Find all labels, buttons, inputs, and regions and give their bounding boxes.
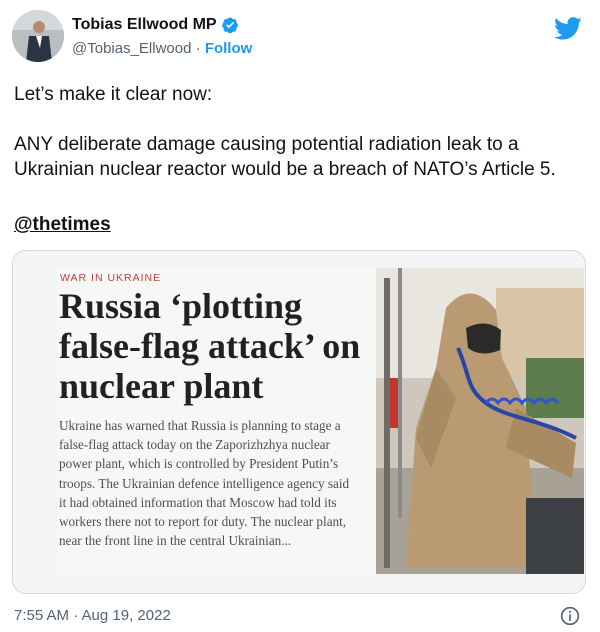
tweet-timestamp[interactable]: 7:55 AM · Aug 19, 2022: [14, 607, 171, 624]
tweet-blank-line: [14, 107, 590, 132]
info-icon[interactable]: [560, 606, 580, 626]
author-handle[interactable]: @Tobias_Ellwood: [72, 40, 191, 57]
follow-button[interactable]: Follow: [205, 40, 253, 57]
author-name-row: Tobias Ellwood MP: [72, 16, 239, 34]
tweet-line-1: Let’s make it clear now:: [14, 84, 213, 105]
article-kicker: WAR IN UKRAINE: [60, 272, 162, 284]
verified-badge-icon: [221, 16, 239, 34]
author-handle-row: @Tobias_Ellwood · Follow: [72, 40, 252, 57]
tweet-header: Tobias Ellwood MP @Tobias_Ellwood · Foll…: [12, 10, 588, 64]
article-body: Ukraine has warned that Russia is planni…: [59, 418, 350, 549]
handle-separator: ·: [191, 40, 205, 57]
article-headline: Russia ‘plotting false-flag attack’ on n…: [59, 286, 361, 406]
author-name[interactable]: Tobias Ellwood MP: [72, 16, 217, 34]
mention-link[interactable]: @thetimes: [14, 214, 111, 236]
tweet-text: Let’s make it clear now: ANY deliberate …: [14, 82, 590, 182]
tweet-line-2: ANY deliberate damage causing potential …: [14, 134, 556, 180]
article-photo: [376, 268, 584, 574]
avatar[interactable]: [12, 10, 64, 62]
twitter-bird-icon[interactable]: [554, 14, 582, 42]
